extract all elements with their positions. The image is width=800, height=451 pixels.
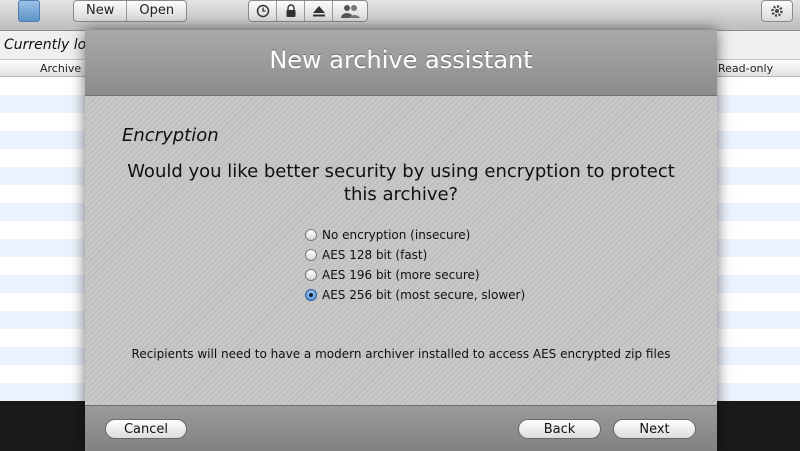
toolbar: New Open	[0, 0, 800, 31]
question-line-1: Would you like better security by using …	[127, 161, 675, 182]
next-button[interactable]: Next	[613, 419, 696, 439]
radio-button[interactable]	[305, 269, 317, 281]
people-icon	[341, 5, 360, 18]
radio-button[interactable]	[305, 229, 317, 241]
option-aes-196[interactable]: AES 196 bit (more secure)	[305, 265, 525, 285]
settings-button[interactable]	[762, 1, 792, 21]
radio-button[interactable]	[305, 249, 317, 261]
app-icon	[18, 0, 40, 22]
back-button[interactable]: Back	[518, 419, 601, 439]
column-archive[interactable]: Archive	[40, 62, 81, 75]
option-no-encryption[interactable]: No encryption (insecure)	[305, 225, 525, 245]
people-button[interactable]	[333, 1, 367, 21]
settings-button-group	[761, 0, 793, 22]
eject-icon	[312, 6, 325, 17]
aes-note: Recipients will need to have a modern ar…	[131, 347, 671, 361]
dialog-footer: Cancel Back Next	[85, 405, 717, 451]
option-label: AES 196 bit (more secure)	[322, 268, 480, 282]
column-read-only[interactable]: Read-only	[718, 62, 773, 75]
lock-button[interactable]	[277, 1, 305, 21]
eject-button[interactable]	[305, 1, 333, 21]
history-icon	[256, 4, 269, 18]
new-button[interactable]: New	[74, 1, 128, 21]
dialog-title: New archive assistant	[85, 30, 717, 96]
history-button[interactable]	[249, 1, 277, 21]
option-label: AES 128 bit (fast)	[322, 248, 428, 262]
new-archive-assistant-dialog: New archive assistant Encryption Would y…	[85, 30, 717, 451]
open-button[interactable]: Open	[127, 1, 186, 21]
file-button-group: New Open	[73, 0, 188, 22]
lock-icon	[286, 4, 295, 17]
radio-button-selected[interactable]	[305, 289, 317, 301]
cancel-button[interactable]: Cancel	[105, 419, 187, 439]
option-label: AES 256 bit (most secure, slower)	[322, 288, 526, 302]
question-line-2: this archive?	[343, 184, 459, 205]
option-label: No encryption (insecure)	[322, 228, 471, 242]
option-aes-128[interactable]: AES 128 bit (fast)	[305, 245, 525, 265]
action-button-group	[248, 0, 368, 22]
encryption-question: Would you like better security by using …	[85, 160, 717, 206]
step-title: Encryption	[122, 125, 219, 146]
encryption-options: No encryption (insecure) AES 128 bit (fa…	[305, 225, 525, 305]
gear-icon	[771, 5, 783, 17]
option-aes-256[interactable]: AES 256 bit (most secure, slower)	[305, 285, 525, 305]
